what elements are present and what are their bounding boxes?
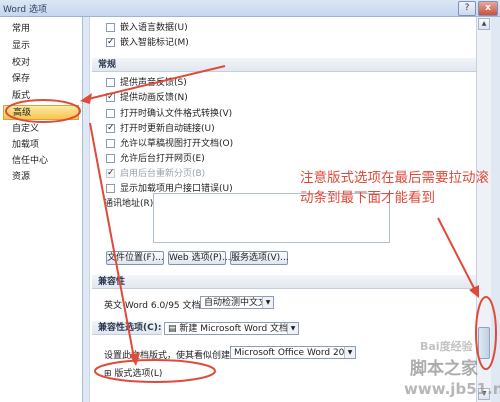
watermark-jb51-logo: 脚本之家	[410, 359, 478, 379]
annotation-text: 注意版式选项在最后需要拉动滚动条到最下面才能看到	[300, 170, 489, 206]
highlight-scrollbar-ellipse	[475, 296, 497, 370]
arrow-to-scrollbar	[437, 217, 477, 293]
arrow-to-layout-options	[89, 122, 135, 359]
highlight-layout-options-ellipse	[94, 359, 216, 383]
watermark-jb51-url: www.jb51.net	[404, 380, 500, 398]
highlight-advanced-ellipse	[5, 99, 81, 123]
arrow-to-advanced	[83, 65, 226, 101]
watermark-baidu: Bai度经验	[420, 340, 473, 353]
arrow-head-icon	[80, 93, 92, 104]
